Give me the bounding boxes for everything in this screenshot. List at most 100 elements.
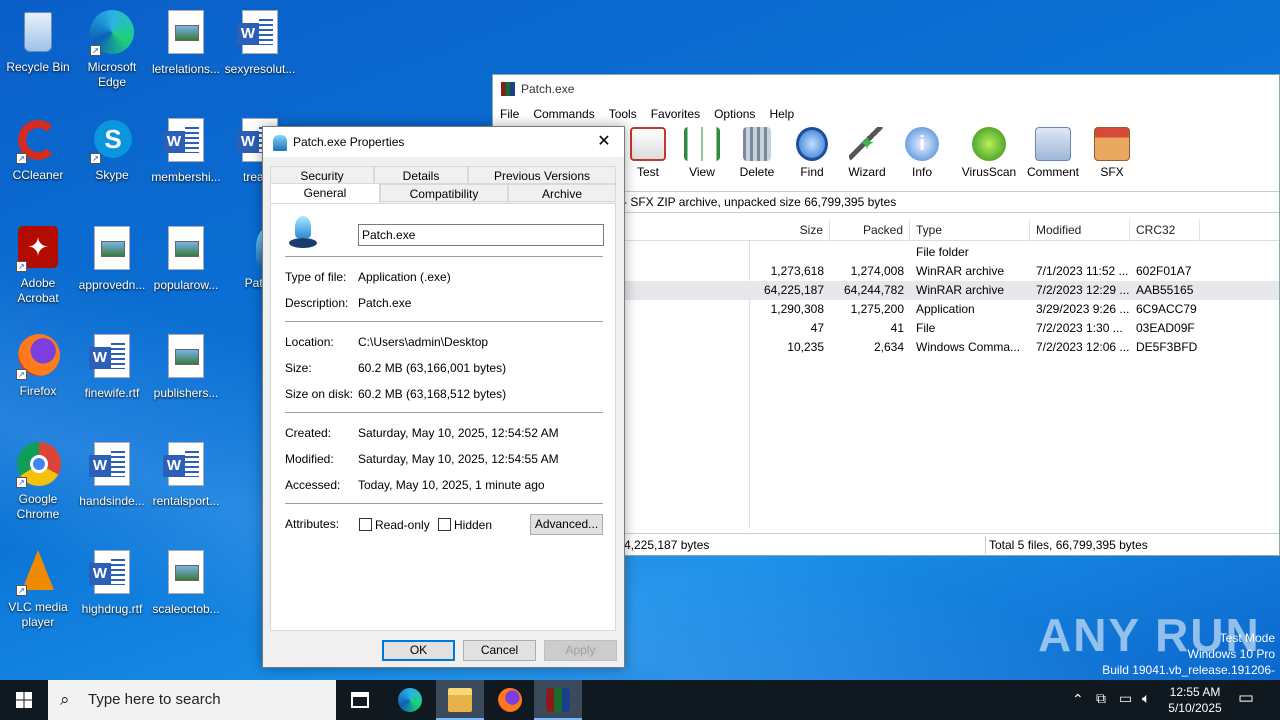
column-size[interactable]: Size (750, 219, 830, 241)
cell-crc: DE5F3BFD (1136, 340, 1198, 354)
word-document-icon: W (88, 550, 136, 598)
task-view-button[interactable] (336, 680, 384, 720)
volume-icon[interactable]: 🔈︎ (1142, 690, 1150, 707)
taskbar-explorer-button[interactable] (436, 680, 484, 720)
tab-security[interactable]: Security (270, 166, 374, 184)
desktop-icon-file[interactable]: W finewife.rtf (74, 332, 150, 401)
cancel-button[interactable]: Cancel (463, 640, 536, 661)
tool-virusscan-button[interactable]: VirusScan (959, 127, 1019, 179)
divider (285, 503, 603, 504)
desktop-icon-vlc[interactable]: ↗ VLC media player (0, 548, 76, 630)
desktop-icon-file[interactable]: W membershi... (148, 116, 224, 185)
column-packed[interactable]: Packed (830, 219, 910, 241)
desktop-icon-file[interactable]: W rentalsport... (148, 440, 224, 509)
tab-general[interactable]: General (270, 183, 380, 203)
tab-archive[interactable]: Archive (508, 184, 616, 202)
network-adapter-icon[interactable]: ⧉ (1096, 690, 1106, 707)
hidden-checkbox[interactable] (438, 518, 451, 531)
start-button[interactable] (0, 680, 48, 720)
desktop-icon-label: sexyresolut... (224, 62, 296, 76)
file-name-field[interactable]: Patch.exe (358, 224, 604, 246)
desktop-icon-firefox[interactable]: ↗ Firefox (0, 332, 76, 399)
patch-exe-icon (285, 216, 321, 252)
task-view-icon (351, 692, 369, 708)
menu-options[interactable]: Options (714, 107, 755, 121)
virusscan-icon (972, 127, 1006, 161)
tool-wizard-button[interactable]: ✦ Wizard (837, 127, 897, 179)
desktop-icon-file[interactable]: W sexyresolut... (222, 8, 298, 77)
cell-type: WinRAR archive (916, 264, 1005, 278)
cell-type: Windows Comma... (916, 340, 1021, 354)
menu-file[interactable]: File (500, 107, 519, 121)
advanced-button[interactable]: Advanced... (530, 514, 603, 535)
properties-titlebar[interactable]: Patch.exe Properties ✕ (263, 127, 624, 157)
tool-info-button[interactable]: i Info (892, 127, 952, 179)
menu-help[interactable]: Help (769, 107, 794, 121)
recycle-bin-icon (14, 8, 62, 56)
readonly-checkbox[interactable] (359, 518, 372, 531)
find-icon (796, 127, 828, 161)
tool-view-button[interactable]: View (672, 127, 732, 179)
winrar-titlebar[interactable]: Patch.exe (493, 75, 1279, 103)
close-icon[interactable]: ✕ (592, 127, 616, 157)
desktop-icon-file[interactable]: popularow... (148, 224, 224, 293)
desktop-icon-file[interactable]: W highdrug.rtf (74, 548, 150, 617)
column-modified[interactable]: Modified (1030, 219, 1130, 241)
desktop-icon-label: publishers... (153, 386, 219, 400)
menu-favorites[interactable]: Favorites (651, 107, 700, 121)
vlc-icon: ↗ (14, 548, 62, 596)
word-document-icon: W (162, 442, 210, 490)
tab-details[interactable]: Details (374, 166, 468, 184)
tool-delete-button[interactable]: Delete (727, 127, 787, 179)
apply-button[interactable]: Apply (544, 640, 617, 661)
shortcut-arrow-icon: ↗ (16, 585, 27, 596)
taskbar-search-box[interactable]: ⌕ Type here to search (48, 680, 336, 720)
notification-icon[interactable]: ▭ (1238, 688, 1254, 708)
tab-compatibility[interactable]: Compatibility (380, 184, 508, 202)
taskbar-edge-button[interactable] (386, 680, 434, 720)
tool-label: Find (800, 165, 824, 179)
tool-find-button[interactable]: Find (782, 127, 842, 179)
tool-sfx-button[interactable]: SFX (1082, 127, 1142, 179)
desktop-icon-recycle-bin[interactable]: Recycle Bin (0, 8, 76, 75)
taskbar-winrar-button[interactable] (534, 680, 582, 720)
created-label: Created: (285, 426, 332, 440)
cell-type: WinRAR archive (916, 283, 1005, 297)
image-file-icon (162, 334, 210, 382)
column-type[interactable]: Type (910, 219, 1030, 241)
desktop-icon-skype[interactable]: S ↗ Skype (74, 116, 150, 183)
cell-type: Application (916, 302, 975, 316)
status-divider (985, 536, 986, 554)
menu-commands[interactable]: Commands (533, 107, 594, 121)
desktop-icon-chrome[interactable]: ↗ Google Chrome (0, 440, 76, 522)
cell-modified (1036, 243, 1130, 262)
desktop-icon-file[interactable]: letrelations... (148, 8, 224, 77)
readonly-label: Read-only (375, 518, 430, 532)
desktop-icon-file[interactable]: approvedn... (74, 224, 150, 293)
desktop-icon-acrobat[interactable]: ✦ ↗ Adobe Acrobat (0, 224, 76, 306)
column-crc32[interactable]: CRC32 (1130, 219, 1200, 241)
shortcut-arrow-icon: ↗ (90, 153, 101, 164)
word-document-icon: W (236, 10, 284, 58)
desktop-icon-file[interactable]: W handsinde... (74, 440, 150, 509)
tool-label: Delete (739, 165, 775, 179)
desktop-icon-file[interactable]: scaleoctob... (148, 548, 224, 617)
clock[interactable]: 12:55 AM 5/10/2025 (1166, 684, 1224, 716)
desktop-icon-edge[interactable]: ↗ Microsoft Edge (74, 8, 150, 90)
clock-time: 12:55 AM (1169, 685, 1221, 699)
size-on-disk-value: 60.2 MB (63,168,512 bytes) (358, 387, 507, 401)
chevron-up-icon[interactable]: ⌃ (1072, 691, 1084, 708)
tool-comment-button[interactable]: Comment (1023, 127, 1083, 179)
network-icon[interactable]: ▭ (1119, 690, 1132, 707)
size-label: Size: (285, 361, 312, 375)
taskbar: ⌕ Type here to search ⌃ ⧉ ▭ 🔈︎ 12:55 AM … (0, 680, 1280, 720)
menu-tools[interactable]: Tools (609, 107, 637, 121)
tab-previous-versions[interactable]: Previous Versions (468, 166, 616, 184)
cell-packed (830, 243, 910, 262)
desktop-icon-file[interactable]: publishers... (148, 332, 224, 401)
taskbar-firefox-button[interactable] (486, 680, 534, 720)
ok-button[interactable]: OK (382, 640, 455, 661)
tool-test-button[interactable]: Test (618, 127, 678, 179)
desktop-icon-label: Firefox (19, 384, 57, 398)
desktop-icon-ccleaner[interactable]: ↗ CCleaner (0, 116, 76, 183)
